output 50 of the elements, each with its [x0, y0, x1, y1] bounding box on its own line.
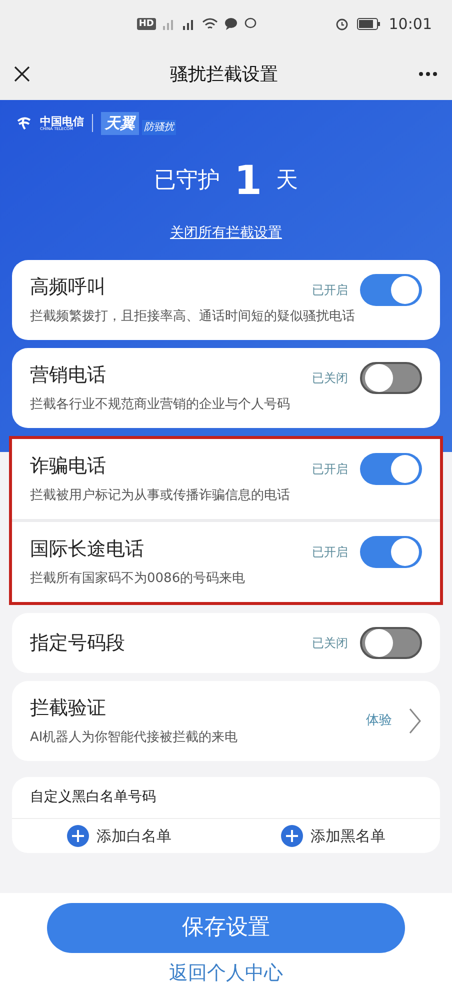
status-label: 已关闭 — [312, 634, 348, 652]
status-label: 已开启 — [312, 282, 348, 298]
setting-title: 拦截验证 — [30, 696, 106, 720]
setting-title: 指定号码段 — [30, 630, 125, 656]
alarm-icon — [334, 17, 349, 31]
back-link[interactable]: 返回个人中心 — [169, 958, 283, 987]
product-name: 天翼 — [101, 112, 139, 134]
chevron-right-icon[interactable] — [408, 706, 422, 734]
disable-all-link[interactable]: 关闭所有拦截设置 — [170, 222, 282, 244]
close-icon[interactable] — [14, 66, 30, 82]
more-icon[interactable] — [418, 71, 438, 77]
wifi-icon — [202, 17, 218, 31]
signal-icon — [162, 17, 176, 31]
try-link[interactable]: 体验 — [366, 710, 392, 730]
telecom-logo-icon — [16, 116, 32, 130]
toggle-switch[interactable] — [360, 362, 422, 394]
add-list-button[interactable]: 添加白名单 — [66, 824, 172, 847]
add-icon — [280, 824, 302, 847]
status-label: 已关闭 — [312, 370, 348, 386]
status-label: 已开启 — [312, 460, 348, 478]
setting-description: 拦截所有国家码不为0086的号码来电 — [30, 570, 246, 588]
setting-title: 营销电话 — [30, 362, 106, 388]
product-subtitle: 防骚扰 — [142, 120, 176, 134]
setting-description: AI机器人为你智能代接被拦截的来电 — [30, 728, 238, 746]
toggle-switch[interactable] — [360, 274, 422, 306]
signal-icon — [182, 17, 196, 31]
brand-name: 中国电信 — [40, 116, 84, 127]
chat-bubble-icon — [224, 17, 238, 31]
setting-description: 拦截频繁拨打，且拒接率高、通话时间短的疑似骚扰电话 — [30, 308, 355, 326]
setting-title: 国际长途电话 — [30, 536, 144, 562]
setting-title: 诈骗电话 — [30, 454, 106, 478]
hd-badge: HD — [136, 18, 156, 30]
add-icon — [66, 824, 88, 847]
page-title: 骚扰拦截设置 — [169, 62, 279, 86]
custom-list-title: 自定义黑白名单号码 — [29, 788, 157, 806]
setting-title: 高频呼叫 — [30, 274, 106, 300]
add-list-button[interactable]: 添加黑名单 — [280, 824, 386, 847]
toggle-switch[interactable] — [360, 536, 422, 568]
status-label: 已开启 — [312, 544, 348, 560]
guard-unit: 天 — [276, 167, 298, 195]
guard-label: 已守护 — [154, 167, 220, 195]
toggle-switch[interactable] — [360, 452, 422, 484]
setting-description: 拦截各行业不规范商业营销的企业与个人号码 — [30, 396, 290, 414]
setting-description: 拦截被用户标记为从事或传播诈骗信息的电话 — [30, 486, 290, 504]
guard-days: 1 — [234, 160, 262, 200]
toggle-switch[interactable] — [360, 626, 422, 658]
chat-outline-icon — [244, 17, 258, 31]
battery-icon — [356, 18, 381, 30]
save-button[interactable]: 保存设置 — [47, 902, 405, 952]
clock-time: 10:01 — [388, 14, 432, 35]
